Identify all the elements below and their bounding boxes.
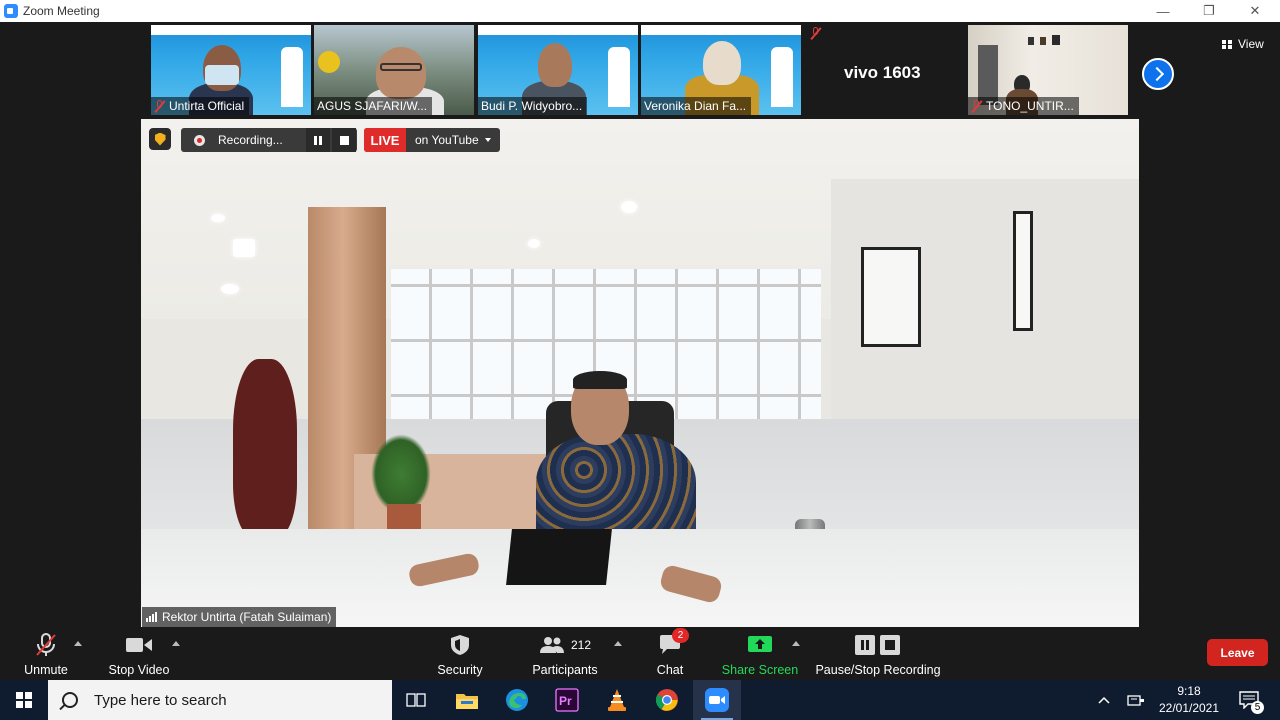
participants-options-caret-icon[interactable]: [614, 641, 622, 646]
task-view-button[interactable]: [392, 680, 440, 720]
chat-unread-badge: 2: [672, 628, 689, 643]
taskbar-search-box[interactable]: Type here to search: [48, 680, 392, 720]
file-explorer-button[interactable]: [443, 680, 491, 720]
close-button[interactable]: ✕: [1232, 0, 1278, 22]
start-button[interactable]: [0, 680, 48, 720]
participant-tile[interactable]: Veronika Dian Fa...: [641, 25, 801, 115]
chrome-icon: [656, 689, 678, 711]
share-screen-button[interactable]: Share Screen: [720, 628, 800, 680]
participant-tile-no-video[interactable]: vivo 1603: [810, 25, 960, 115]
shield-icon: [450, 632, 470, 658]
pause-recording-button[interactable]: [306, 128, 330, 152]
participant-name: Untirta Official: [169, 99, 245, 113]
premiere-pro-button[interactable]: Pr: [543, 680, 591, 720]
mic-muted-icon: [971, 99, 982, 113]
pause-stop-recording-icon: [855, 635, 900, 655]
vlc-cone-icon: [608, 689, 626, 711]
svg-text:Pr: Pr: [559, 694, 572, 708]
live-badge: LIVE: [364, 128, 406, 152]
edge-button[interactable]: [493, 680, 541, 720]
gallery-strip: Untirta Official AGUS SJAFARI/W... Budi …: [0, 25, 1280, 115]
record-icon: [194, 134, 205, 146]
search-placeholder: Type here to search: [94, 691, 227, 709]
edge-icon: [506, 689, 528, 711]
participants-icon: [539, 637, 564, 653]
participant-name: Veronika Dian Fa...: [644, 99, 747, 113]
taskbar: Type here to search Pr 9:18 22/01/2021 5: [0, 680, 1280, 720]
zoom-taskbar-button[interactable]: [693, 680, 741, 720]
chrome-button[interactable]: [643, 680, 691, 720]
premiere-pro-icon: Pr: [555, 688, 579, 712]
stop-icon: [339, 135, 349, 145]
stream-target: on YouTube: [415, 133, 479, 147]
participant-tile[interactable]: AGUS SJAFARI/W...: [314, 25, 474, 115]
mic-muted-icon: [810, 27, 821, 40]
speaker-name: Rektor Untirta (Fatah Sulaiman): [162, 610, 332, 624]
participants-button[interactable]: 212 Participants: [528, 628, 602, 680]
pause-stop-recording-button[interactable]: Pause/Stop Recording: [812, 628, 944, 680]
participant-name: vivo 1603: [844, 63, 921, 82]
next-page-button[interactable]: [1142, 58, 1174, 90]
participant-tile[interactable]: TONO_UNTIR...: [968, 25, 1128, 115]
system-clock[interactable]: 9:18 22/01/2021: [1150, 680, 1228, 720]
live-stream-indicator[interactable]: LIVE on YouTube: [364, 128, 500, 152]
zoom-logo-icon: [4, 4, 18, 18]
participant-name: Budi P. Widyobro...: [481, 99, 583, 113]
folder-icon: [456, 694, 478, 709]
video-options-caret-icon[interactable]: [172, 641, 180, 646]
search-icon: [62, 692, 78, 708]
title-bar: Zoom Meeting — ❐ ✕: [0, 0, 1280, 22]
notification-count-badge: 5: [1251, 701, 1264, 714]
clock-date: 22/01/2021: [1158, 701, 1220, 715]
pause-icon: [314, 135, 322, 145]
meeting-area: Untirta Official AGUS SJAFARI/W... Budi …: [0, 22, 1280, 680]
clock-time: 9:18: [1177, 684, 1201, 698]
security-button[interactable]: Security: [432, 628, 488, 680]
participant-name: TONO_UNTIR...: [986, 99, 1074, 113]
grid-icon: [1222, 39, 1232, 49]
participant-tile[interactable]: Untirta Official: [151, 25, 311, 115]
vlc-button[interactable]: [593, 680, 641, 720]
audio-options-caret-icon[interactable]: [74, 641, 82, 646]
network-icon: [1127, 695, 1144, 706]
share-screen-icon: [748, 632, 772, 658]
minimize-button[interactable]: —: [1140, 0, 1186, 22]
video-camera-icon: [126, 632, 152, 658]
dropdown-caret-icon: [484, 138, 491, 142]
window-title: Zoom Meeting: [23, 4, 100, 18]
action-center-button[interactable]: 5: [1232, 680, 1266, 720]
stop-recording-button[interactable]: [332, 128, 356, 152]
mic-muted-icon: [154, 99, 165, 113]
recording-indicator: Recording...: [181, 128, 357, 152]
meeting-toolbar: Unmute Stop Video Security 212 Participa…: [0, 628, 1280, 680]
tablet: [506, 529, 612, 585]
security-shield-icon[interactable]: [149, 128, 171, 150]
maximize-button[interactable]: ❐: [1186, 0, 1232, 22]
mic-muted-icon: [35, 632, 57, 658]
unmute-button[interactable]: Unmute: [18, 628, 74, 680]
leave-button[interactable]: Leave: [1207, 639, 1268, 666]
stop-video-button[interactable]: Stop Video: [104, 628, 174, 680]
active-speaker-label: Rektor Untirta (Fatah Sulaiman): [142, 607, 337, 627]
participant-name: AGUS SJAFARI/W...: [317, 99, 428, 113]
signal-bars-icon: [146, 612, 158, 622]
participants-count: 212: [570, 638, 592, 652]
participant-tile[interactable]: Budi P. Widyobro...: [478, 25, 638, 115]
show-hidden-icons-button[interactable]: [1094, 680, 1114, 720]
zoom-app-icon: [705, 688, 729, 712]
network-button[interactable]: [1124, 680, 1148, 720]
share-options-caret-icon[interactable]: [792, 641, 800, 646]
task-view-icon: [406, 693, 426, 707]
chevron-up-icon: [1098, 696, 1110, 704]
recording-status: Recording...: [218, 133, 283, 147]
view-button[interactable]: View: [1222, 37, 1264, 51]
windows-logo-icon: [16, 692, 32, 708]
active-speaker-video: [141, 119, 1139, 627]
